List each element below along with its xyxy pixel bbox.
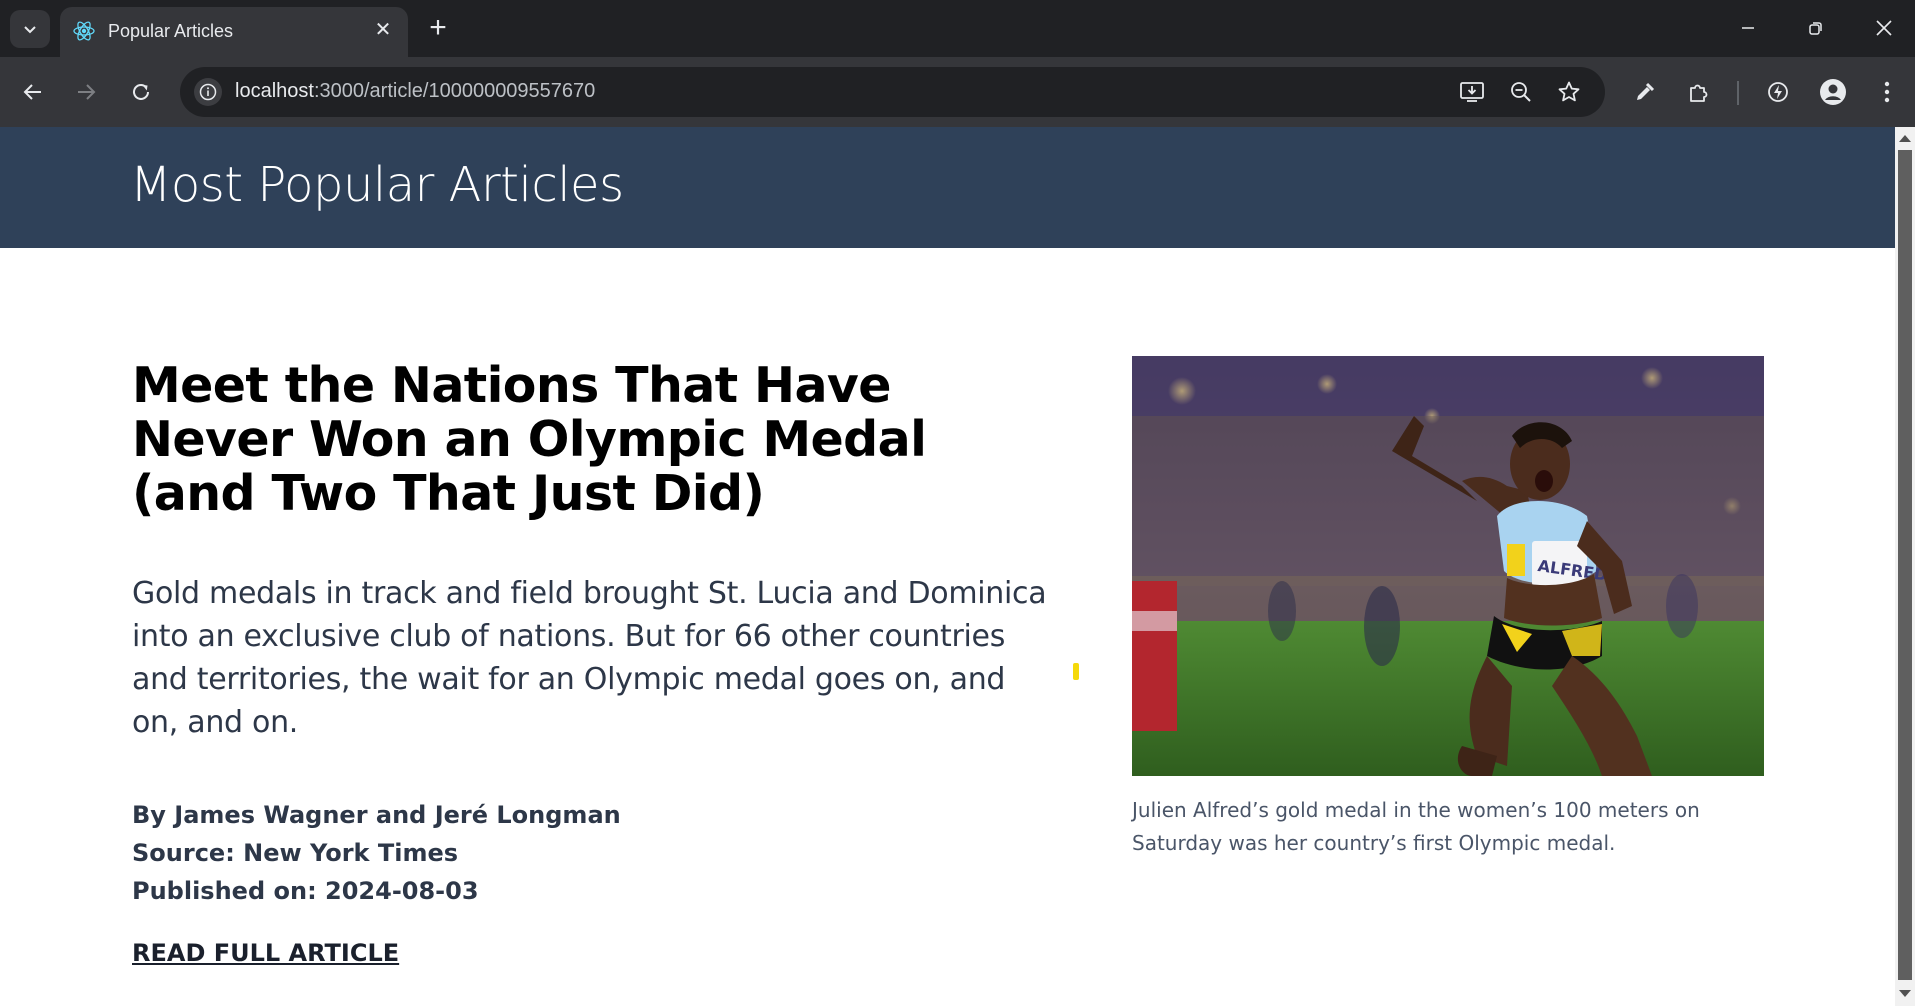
zoom-out-icon[interactable] <box>1507 78 1535 106</box>
url-host: localhost <box>235 80 314 102</box>
close-icon <box>1876 20 1892 36</box>
toolbar-separator <box>1737 81 1739 105</box>
install-icon[interactable] <box>1458 78 1486 106</box>
article-title: Meet the Nations That Have Never Won an … <box>132 357 927 522</box>
scroll-up-arrow-icon[interactable] <box>1899 135 1911 142</box>
tab-search-button[interactable] <box>10 10 50 48</box>
chevron-down-icon <box>24 26 36 34</box>
read-full-article-link[interactable]: READ FULL ARTICLE <box>132 939 399 967</box>
restore-icon <box>1809 22 1822 35</box>
url-text[interactable]: localhost:3000/article/100000009557670 <box>235 80 595 103</box>
arrow-left-icon <box>23 84 41 100</box>
kebab-menu-icon[interactable] <box>1869 74 1905 110</box>
star-icon[interactable] <box>1555 78 1583 106</box>
article-published-date: Published on: 2024-08-03 <box>132 877 479 905</box>
minimize-icon <box>1742 27 1754 29</box>
profile-icon[interactable] <box>1815 74 1851 110</box>
react-icon <box>73 21 95 41</box>
reload-button[interactable] <box>123 74 159 110</box>
scroll-down-arrow-icon[interactable] <box>1899 990 1911 997</box>
scrollbar-thumb[interactable] <box>1898 150 1912 980</box>
forward-button[interactable] <box>68 74 104 110</box>
site-header: Most Popular Articles <box>0 127 1895 248</box>
arrow-right-icon <box>78 84 96 100</box>
reload-icon <box>133 83 149 100</box>
close-icon[interactable]: ✕ <box>370 17 396 43</box>
image-caption: Julien Alfred’s gold medal in the women’… <box>1132 798 1700 855</box>
url-path: :3000/article/100000009557670 <box>313 80 596 102</box>
performance-icon[interactable] <box>1760 74 1796 110</box>
info-icon[interactable] <box>194 78 222 106</box>
plus-icon[interactable]: + <box>422 12 454 44</box>
eyedropper-icon[interactable] <box>1627 74 1663 110</box>
restore-button[interactable] <box>1796 10 1836 46</box>
article-byline: By James Wagner and Jeré Longman <box>132 801 621 829</box>
browser-toolbar: localhost:3000/article/100000009557670 <box>0 57 1915 127</box>
browser-tab-strip: Popular Articles ✕ + <box>0 0 1915 57</box>
tab-title: Popular Articles <box>108 21 234 41</box>
browser-tab[interactable]: Popular Articles ✕ <box>60 7 408 57</box>
window-close-button[interactable] <box>1864 10 1904 46</box>
site-title: Most Popular Articles <box>130 157 624 213</box>
address-bar[interactable]: localhost:3000/article/100000009557670 <box>180 67 1605 117</box>
minimize-button[interactable] <box>1728 10 1768 46</box>
article-image: ALFRED <box>1132 356 1764 776</box>
page-viewport: Most Popular Articles Meet the Nations T… <box>0 127 1895 1006</box>
article-abstract: Gold medals in track and field brought S… <box>132 576 1047 740</box>
puzzle-icon[interactable] <box>1681 74 1717 110</box>
article-source: Source: New York Times <box>132 839 459 867</box>
page-scrollbar[interactable] <box>1895 127 1915 1006</box>
back-button[interactable] <box>15 74 51 110</box>
cursor-highlight <box>1073 663 1079 680</box>
